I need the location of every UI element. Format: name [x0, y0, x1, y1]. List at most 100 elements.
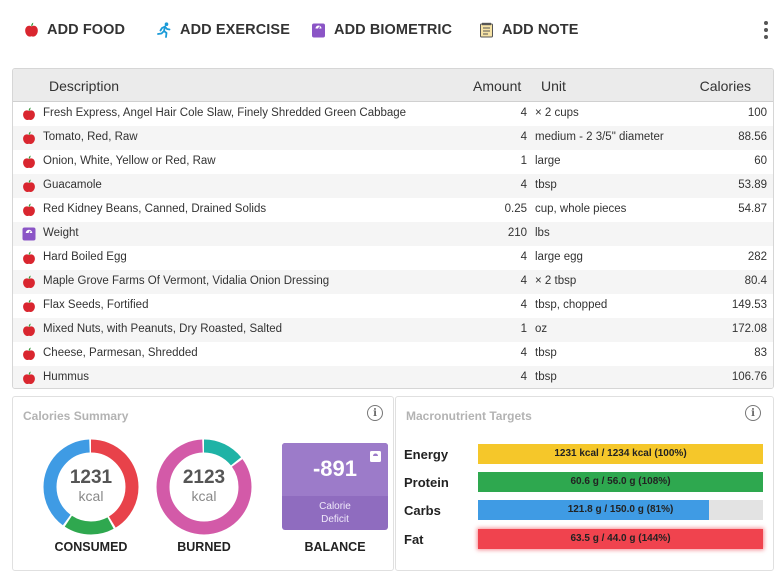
header-unit[interactable]: Unit: [541, 78, 566, 94]
row-calories: 106.76: [731, 371, 767, 383]
row-calories: 149.53: [731, 299, 767, 311]
row-description: Maple Grove Farms Of Vermont, Vidalia On…: [43, 275, 330, 287]
row-description: Hummus: [43, 371, 90, 383]
table-row[interactable]: Hummus 4 tbsp 106.76: [13, 366, 773, 388]
consumed-caption: CONSUMED: [54, 540, 128, 554]
row-description: Mixed Nuts, with Peanuts, Dry Roasted, S…: [43, 323, 283, 335]
row-calories: 53.89: [738, 179, 767, 191]
row-amount: 0.25: [504, 203, 527, 215]
apple-icon: [23, 371, 35, 385]
row-unit: tbsp, chopped: [535, 299, 608, 311]
balance-label-line2: Deficit: [321, 514, 349, 525]
row-description: Fresh Express, Angel Hair Cole Slaw, Fin…: [43, 107, 407, 119]
row-amount: 4: [520, 299, 527, 311]
macronutrient-targets-panel: Macronutrient Targets i Energy 1231 kcal …: [395, 396, 774, 571]
macro-progress-text: 63.5 g / 44.0 g (144%): [570, 533, 671, 544]
consumed-value: 1231: [69, 467, 113, 488]
burned-ring: 2123 kcal: [155, 438, 253, 536]
table-row[interactable]: Flax Seeds, Fortified 4 tbsp, chopped 149.5…: [13, 294, 773, 318]
calories-summary-title: Calories Summary: [23, 409, 129, 423]
row-amount: 4: [520, 179, 527, 191]
note-icon: [480, 22, 493, 38]
row-unit: cup, whole pieces: [535, 203, 627, 215]
apple-icon: [23, 299, 35, 313]
row-description: Tomato, Red, Raw: [43, 131, 138, 143]
diary-table: Description Amount Unit Calories Fresh E…: [12, 68, 774, 389]
row-amount: 4: [520, 347, 527, 359]
table-row[interactable]: Cheese, Parmesan, Shredded 4 tbsp 83: [13, 342, 773, 366]
row-description: Cheese, Parmesan, Shredded: [43, 347, 198, 359]
macro-progress-bar: 60.6 g / 56.0 g (108%): [478, 472, 763, 492]
table-row[interactable]: Maple Grove Farms Of Vermont, Vidalia On…: [13, 270, 773, 294]
add-exercise-button[interactable]: ADD EXERCISE: [156, 19, 290, 41]
header-description[interactable]: Description: [49, 78, 119, 94]
table-row[interactable]: Onion, White, Yellow or Red, Raw 1 large 60: [13, 150, 773, 174]
row-description: Guacamole: [43, 179, 102, 191]
macro-progress-bar: 1231 kcal / 1234 kcal (100%): [478, 444, 763, 464]
macro-row-carbs: Carbs 121.8 g / 150.0 g (81%): [396, 500, 773, 522]
row-amount: 210: [507, 227, 527, 239]
table-row[interactable]: Red Kidney Beans, Canned, Drained Solids…: [13, 198, 773, 222]
add-note-button[interactable]: ADD NOTE: [479, 19, 579, 41]
row-unit: oz: [535, 323, 548, 335]
apple-icon: [23, 323, 35, 337]
macro-progress-bar: 121.8 g / 150.0 g (81%): [478, 500, 763, 520]
kebab-menu-icon[interactable]: [760, 18, 772, 42]
table-row[interactable]: Tomato, Red, Raw 4 medium - 2 3/5" diamete…: [13, 126, 773, 150]
apple-icon: [23, 251, 35, 265]
scale-icon: [22, 227, 36, 241]
toolbar: ADD FOOD ADD EXERCISE ADD BIOMETRIC ADD …: [0, 0, 774, 60]
row-unit: tbsp: [535, 371, 557, 383]
macro-label: Energy: [404, 447, 449, 462]
table-row[interactable]: Guacamole 4 tbsp 53.89: [13, 174, 773, 198]
row-unit: × 2 cups: [535, 107, 579, 119]
row-unit: medium - 2 3/5" diameter: [535, 131, 664, 143]
scale-icon: [312, 23, 325, 38]
row-calories: 88.56: [738, 131, 767, 143]
header-amount[interactable]: Amount: [473, 78, 521, 94]
consumed-ring: 1231 kcal: [42, 438, 140, 536]
apple-icon: [23, 131, 35, 145]
row-description: Onion, White, Yellow or Red, Raw: [43, 155, 216, 167]
row-description: Red Kidney Beans, Canned, Drained Solids: [43, 203, 267, 215]
row-amount: 4: [520, 131, 527, 143]
add-note-label: ADD NOTE: [502, 22, 579, 38]
add-exercise-label: ADD EXERCISE: [180, 22, 290, 38]
header-calories[interactable]: Calories: [700, 78, 751, 94]
table-row[interactable]: Mixed Nuts, with Peanuts, Dry Roasted, S…: [13, 318, 773, 342]
row-unit: × 2 tbsp: [535, 275, 577, 287]
add-food-label: ADD FOOD: [47, 22, 126, 38]
macro-row-energy: Energy 1231 kcal / 1234 kcal (100%): [396, 444, 773, 466]
balance-box: -891 Calorie Deficit: [282, 443, 388, 530]
apple-icon: [23, 179, 35, 193]
apple-icon: [23, 347, 35, 361]
row-unit: tbsp: [535, 347, 557, 359]
consumed-unit: kcal: [78, 488, 104, 504]
add-food-button[interactable]: ADD FOOD: [24, 19, 125, 41]
info-icon[interactable]: i: [745, 405, 761, 421]
row-amount: 4: [520, 371, 527, 383]
row-calories: 54.87: [738, 203, 767, 215]
row-amount: 4: [520, 107, 527, 119]
row-calories: 172.08: [731, 323, 767, 335]
balance-label-line1: Calorie: [319, 501, 351, 512]
row-calories: 282: [747, 251, 767, 263]
burned-caption: BURNED: [177, 540, 231, 554]
add-biometric-label: ADD BIOMETRIC: [334, 22, 453, 38]
row-calories: 83: [754, 347, 767, 359]
row-calories: 60: [754, 155, 767, 167]
row-amount: 1: [520, 323, 527, 335]
calories-summary-panel: Calories Summary i 1231 kcal CONSUMED 21…: [12, 396, 394, 571]
table-row[interactable]: Fresh Express, Angel Hair Cole Slaw, Fin…: [13, 102, 773, 126]
info-icon[interactable]: i: [367, 405, 383, 421]
balance-label: Calorie Deficit: [282, 500, 388, 526]
burned-unit: kcal: [191, 488, 217, 504]
macro-label: Fat: [404, 532, 424, 547]
table-row[interactable]: Weight 210 lbs: [13, 222, 773, 246]
row-unit: lbs: [535, 227, 550, 239]
row-unit: large egg: [535, 251, 583, 263]
row-amount: 4: [520, 251, 527, 263]
row-calories: 80.4: [744, 275, 767, 287]
table-row[interactable]: Hard Boiled Egg 4 large egg 282: [13, 246, 773, 270]
add-biometric-button[interactable]: ADD BIOMETRIC: [311, 19, 452, 41]
